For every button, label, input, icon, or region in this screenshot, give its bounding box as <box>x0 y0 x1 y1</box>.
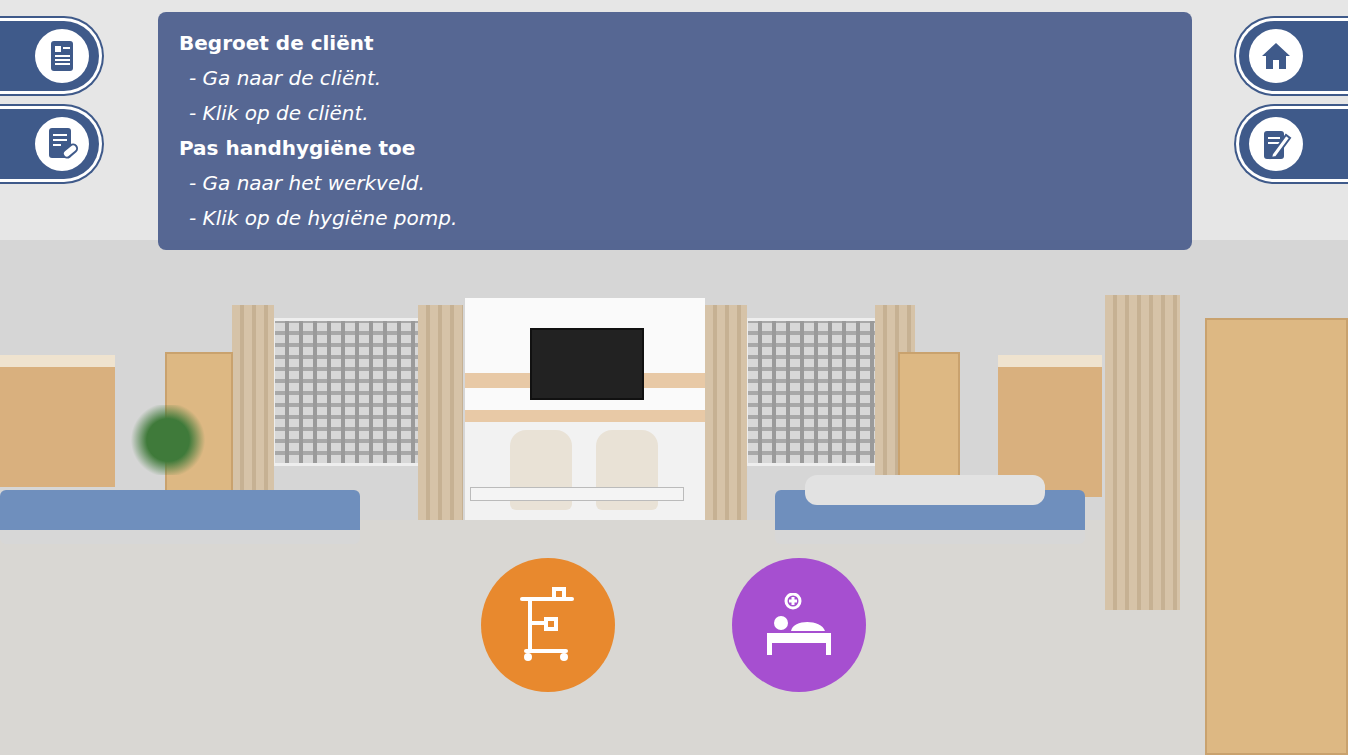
right-menu <box>1236 18 1348 182</box>
plant <box>128 405 208 475</box>
patient-bed-icon <box>763 593 835 657</box>
trolley-hotspot[interactable] <box>481 558 615 692</box>
cabinet <box>898 352 960 482</box>
window <box>272 318 424 466</box>
left-menu <box>0 18 102 182</box>
empty-bed <box>0 490 360 544</box>
overbed-table <box>470 487 684 501</box>
instruction-panel: Begroet de cliënt- Ga naar de cliënt.- K… <box>158 12 1192 250</box>
task-title: Pas handhygiëne toe <box>179 131 1171 166</box>
task-step: - Klik op de cliënt. <box>179 96 1171 131</box>
client-file-icon <box>46 39 78 73</box>
icon-disc <box>1249 29 1303 83</box>
curtain <box>1105 295 1180 610</box>
home-icon <box>1259 40 1293 72</box>
curtain <box>418 305 463 520</box>
notes-button[interactable] <box>1236 106 1348 182</box>
medication-file-button[interactable] <box>0 106 102 182</box>
client-file-button[interactable] <box>0 18 102 94</box>
trolley-icon <box>516 587 580 663</box>
bed-headboard <box>0 355 115 487</box>
curtain <box>705 305 747 520</box>
game-screen[interactable]: Begroet de cliënt- Ga naar de cliënt.- K… <box>0 0 1348 755</box>
task-step: - Ga naar de cliënt. <box>179 61 1171 96</box>
task-step: - Klik op de hygiëne pomp. <box>179 201 1171 236</box>
television <box>530 328 644 400</box>
home-button[interactable] <box>1236 18 1348 94</box>
icon-disc <box>35 117 89 171</box>
medication-file-icon <box>45 126 79 162</box>
task-title: Begroet de cliënt <box>179 26 1171 61</box>
patient[interactable] <box>805 475 1045 505</box>
task: Pas handhygiëne toe- Ga naar het werkvel… <box>179 131 1171 236</box>
icon-disc <box>35 29 89 83</box>
icon-disc <box>1249 117 1303 171</box>
patient-hotspot[interactable] <box>732 558 866 692</box>
window <box>745 318 883 466</box>
task: Begroet de cliënt- Ga naar de cliënt.- K… <box>179 26 1171 131</box>
wardrobe <box>1205 318 1348 755</box>
edit-notes-icon <box>1260 127 1292 161</box>
curtain <box>232 305 274 520</box>
task-step: - Ga naar het werkveld. <box>179 166 1171 201</box>
